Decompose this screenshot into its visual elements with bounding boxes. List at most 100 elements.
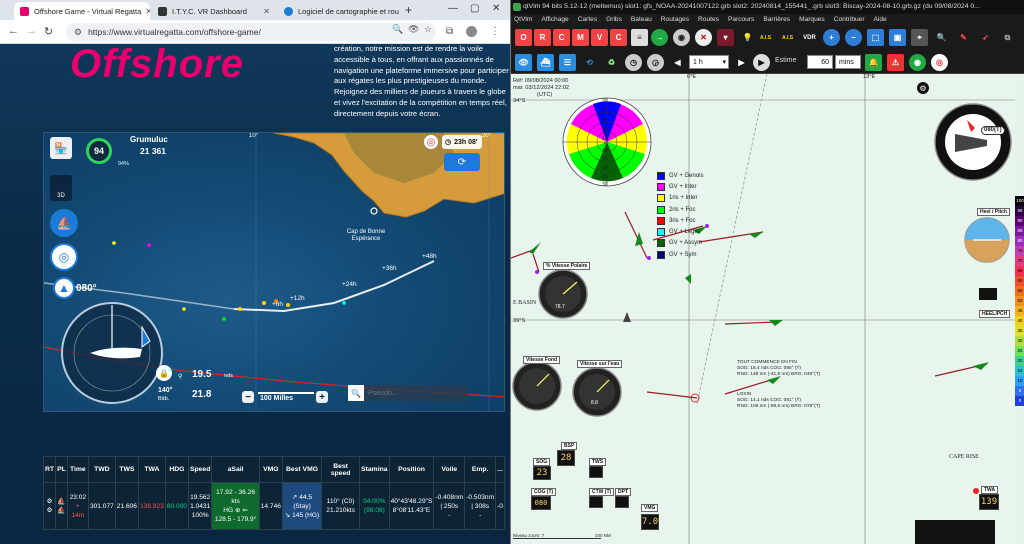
menu-cartes[interactable]: Cartes (578, 16, 597, 23)
step-select[interactable]: 1 h ▾ (689, 55, 729, 69)
forward-step-icon[interactable]: ▶ (733, 54, 750, 71)
menu-qtvlm[interactable]: QtVlm (514, 16, 532, 23)
menu-routes[interactable]: Routes (698, 16, 719, 23)
star-icon[interactable]: ☆ (424, 24, 432, 35)
menu-affichage[interactable]: Affichage (541, 16, 568, 23)
search-box[interactable]: 🔍 (348, 385, 468, 401)
ais2-icon[interactable]: A.I.S (779, 29, 796, 46)
url-omnibox[interactable]: ⚙ https://www.virtualregatta.com/offshor… (66, 23, 436, 41)
legend-label: GV + Assym (669, 240, 703, 247)
forward-icon[interactable]: → (26, 25, 37, 37)
polar-button[interactable]: ◎ (50, 243, 78, 271)
clock2-icon[interactable]: ◶ (647, 54, 664, 71)
compass-icon[interactable]: ◉ (673, 29, 690, 46)
bulb-icon[interactable]: 💡 (739, 29, 756, 46)
mark-icon[interactable]: ✕ (695, 29, 712, 46)
vdr-icon[interactable]: VDR (801, 29, 818, 46)
ruler-icon[interactable]: ≡ (631, 29, 648, 46)
sail-button[interactable]: ⛵ (50, 209, 78, 237)
ais-icon[interactable]: A.I.S (757, 29, 774, 46)
menu-barrieres[interactable]: Barrières (763, 16, 790, 23)
close-icon[interactable]: ✕ (141, 7, 150, 16)
back-step-icon[interactable]: ◀ (669, 54, 686, 71)
gauge-settings-icon[interactable]: ⚙ (917, 82, 929, 94)
shop-icon[interactable]: 🏪 (50, 137, 72, 159)
estime-input[interactable]: 60 (807, 55, 833, 69)
menu-routages[interactable]: Routages (661, 16, 689, 23)
lock-icon[interactable]: 🔒 (156, 365, 172, 381)
target-icon[interactable]: ◉ (909, 54, 926, 71)
close-icon[interactable]: ✕ (259, 7, 270, 16)
menu-kebab-icon[interactable]: ⋮ (490, 26, 500, 37)
pin-icon[interactable]: ▾ (717, 29, 734, 46)
grib-c2-icon[interactable]: C (610, 29, 627, 46)
colorbar-step: 70 (1015, 256, 1024, 266)
back-icon[interactable]: ← (8, 25, 19, 37)
extensions-icon[interactable]: ⧉ (446, 26, 453, 37)
new-tab-button[interactable]: + (405, 3, 412, 17)
refresh-button[interactable]: ⟳ (444, 153, 480, 171)
zoom-boat-icon[interactable]: ⌖ (911, 29, 928, 46)
grib-v-icon[interactable]: V (591, 29, 608, 46)
grib-m-icon[interactable]: M (572, 29, 589, 46)
view-3d-button[interactable]: 3D (50, 175, 72, 201)
grib-cycle-icon[interactable]: ♻ (603, 54, 620, 71)
lifebuoy-icon[interactable]: ◎ (424, 135, 438, 149)
magnify-icon[interactable]: 🔍 (933, 29, 950, 46)
pseudo-search-input[interactable] (368, 389, 458, 397)
time-cell: 23:02 + 14m (66, 482, 89, 530)
lat-label: 39°S (513, 318, 526, 324)
grib-o-icon[interactable]: O (515, 29, 532, 46)
menu-contribuer[interactable]: Contribuer (834, 16, 865, 23)
close-icon[interactable]: ✕ (399, 7, 402, 16)
zoom-fit-icon[interactable]: ⬚ (867, 29, 884, 46)
estime-unit-select[interactable]: mins (835, 55, 861, 69)
menu-aide[interactable]: Aide (874, 16, 887, 23)
zoom-out-icon[interactable]: − (845, 29, 862, 46)
zoom-out-button[interactable]: − (242, 391, 254, 403)
zoom-in-icon[interactable]: + (823, 29, 840, 46)
game-viewport[interactable]: 10° 20° +6h +12h +24h +36h +48h Cap de B… (43, 132, 505, 412)
maximize-icon[interactable]: ▢ (470, 3, 479, 14)
play-icon[interactable]: ▶ (753, 54, 770, 71)
profile-avatar[interactable] (466, 26, 477, 37)
eye-off-icon[interactable]: 👁 (408, 24, 419, 35)
stamina-gauge[interactable]: 94 (86, 138, 112, 164)
qtvlm-chart[interactable]: Réf: 09/08/2024 00:00 mar. 03/12/2024 22… (511, 74, 1015, 544)
timer-box[interactable]: ◷ 23h 08' (442, 135, 482, 149)
colorbar-step: 60 (1015, 276, 1024, 286)
sync-icon[interactable]: ⟲ (581, 54, 598, 71)
eye-icon[interactable]: 👁 (515, 54, 532, 71)
zoom-icon[interactable]: 🔍 (392, 24, 403, 35)
tab-ityc-dashboard[interactable]: I.T.Y.C. VR Dashboard ✕ (152, 2, 276, 20)
zoom-area-icon[interactable]: ▣ (889, 29, 906, 46)
boat-icon[interactable]: ⛴ (537, 54, 554, 71)
site-info-icon[interactable]: ⚙ (74, 27, 82, 38)
close-window-icon[interactable]: ✕ (492, 3, 500, 14)
legend-label: 1ris + Inter (669, 195, 698, 202)
route-icon[interactable]: → (651, 29, 668, 46)
menu-parcours[interactable]: Parcours (728, 16, 754, 23)
grib-c-icon[interactable]: C (553, 29, 570, 46)
lifebuoy-tool-icon[interactable]: ◎ (931, 54, 948, 71)
tab-qtvlm-site[interactable]: Logiciel de cartographie et rou ✕ (278, 2, 402, 20)
heel-pch-label: HEEL/PCH (979, 310, 1011, 318)
zoom-in-button[interactable]: + (316, 391, 328, 403)
grib-r-icon[interactable]: R (534, 29, 551, 46)
minimize-icon[interactable]: — (448, 3, 458, 14)
warning-icon[interactable]: ⚠ (887, 54, 904, 71)
menu-bateau[interactable]: Bateau (631, 16, 652, 23)
forecast-mark: +6h (272, 301, 284, 308)
puzzle-icon[interactable]: ⧉ (999, 29, 1016, 46)
rocket-icon[interactable]: ➶ (977, 29, 994, 46)
reload-icon[interactable]: ↻ (44, 25, 53, 38)
bell-icon[interactable]: 🔔 (865, 54, 882, 71)
layers-icon[interactable]: ☰ (559, 54, 576, 71)
clock-icon[interactable]: ◷ (625, 54, 642, 71)
menu-marques[interactable]: Marques (799, 16, 825, 23)
best-speed-value: 21.210kts (326, 507, 355, 514)
tab-offshore-game[interactable]: Offshore Game - Virtual Regatta ✕ (14, 2, 150, 20)
menu-gribs[interactable]: Gribs (606, 16, 622, 23)
search-icon[interactable]: 🔍 (348, 385, 364, 401)
pencil-icon[interactable]: ✎ (955, 29, 972, 46)
